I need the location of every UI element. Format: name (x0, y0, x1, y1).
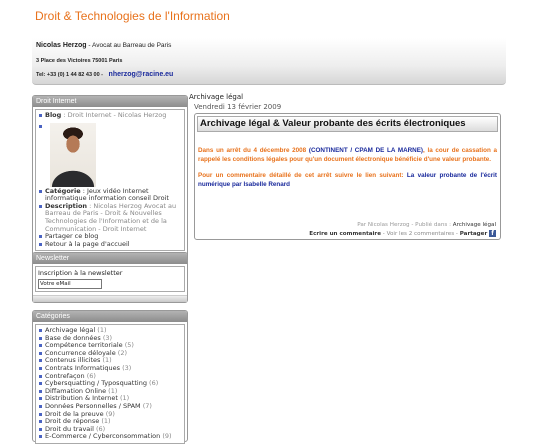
phone: Tel: +33 (0) 1 44 82 43 00 - (36, 72, 104, 78)
contact-line: Tel: +33 (0) 1 44 82 43 00 - nherzog@rac… (36, 71, 173, 78)
newsletter-label: Inscription à la newsletter (38, 269, 123, 277)
blog-link[interactable]: : Droit Internet - Nicolas Herzog (63, 111, 166, 119)
photo-item (39, 122, 182, 187)
box-body: Inscription à la newsletter Votre eMail (35, 266, 185, 292)
p2-text: Pour un commentaire détaillé de cet arrê… (198, 172, 404, 180)
categories-box: Catégories Archivage légal (1) Base de do… (32, 310, 188, 444)
meta-published: - Publié dans : (411, 222, 451, 228)
address: 3 Place des Victoires 75001 Paris (36, 58, 123, 64)
category-link[interactable]: E-Commerce / Cyberconsommation (45, 432, 160, 441)
view-comments-link[interactable]: - Voir les 2 commentaires - (383, 231, 458, 237)
newsletter-box: Newsletter Inscription à la newsletter V… (32, 252, 188, 303)
box-title: Droit Internet (33, 96, 187, 107)
post-meta: Par Nicolas Herzog - Publié dans : Archi… (309, 222, 496, 238)
post-paragraph-1: Dans un arrêt du 4 décembre 2008 (CONTIN… (198, 147, 497, 164)
arret-link[interactable]: (CONTINENT / CPAM DE LA MARNE) (309, 147, 423, 154)
header-banner: Nicolas Herzog - Avocat au Barreau de Pa… (32, 38, 506, 85)
box-body: Archivage légal (1) Base de données (3) Co… (35, 324, 185, 444)
categories-list: Archivage légal (1) Base de données (3) Co… (38, 326, 182, 441)
droit-internet-box: Droit Internet Blog : Droit Internet - N… (32, 95, 188, 263)
back-home-item: Retour à la page d'accueil (39, 240, 182, 249)
write-comment-label: Ecrire un commentaire (309, 230, 381, 237)
blog-item: Blog : Droit Internet - Nicolas Herzog (39, 111, 182, 120)
category-count: (6) (149, 379, 159, 388)
site-title[interactable]: Droit & Technologies de l'Information (35, 9, 230, 23)
author-role: - Avocat au Barreau de Paris (88, 42, 172, 49)
post-paragraph-2: Pour un commentaire détaillé de cet arrê… (198, 172, 497, 189)
meta-category-link[interactable]: Archivage légal (453, 222, 496, 228)
box-body: Blog : Droit Internet - Nicolas Herzog C… (35, 109, 185, 252)
newsletter-email-input[interactable]: Votre eMail (38, 279, 102, 289)
box-title: Newsletter (33, 253, 187, 264)
facebook-icon[interactable]: f (489, 229, 496, 237)
author-name: Nicolas Herzog (36, 42, 87, 49)
back-home-link[interactable]: Retour à la page d'accueil (45, 240, 130, 248)
blog-label: Blog (45, 111, 62, 119)
box-footer (33, 295, 187, 302)
author-photo (50, 122, 96, 187)
category-count: (2) (117, 348, 128, 357)
breadcrumb[interactable]: Archivage légal (189, 93, 243, 101)
category-count: (9) (162, 432, 172, 441)
category-count: (3) (122, 363, 132, 372)
share-label[interactable]: Partager (460, 231, 488, 237)
p1-text-a: Dans un arrêt du 4 décembre 2008 (198, 147, 307, 154)
email-link[interactable]: nherzog@racine.eu (109, 71, 174, 78)
meta-author: Par Nicolas Herzog (357, 222, 410, 228)
category-item: E-Commerce / Cyberconsommation (9) (39, 432, 182, 441)
post-date: Vendredi 13 février 2009 (194, 103, 282, 111)
author-line: Nicolas Herzog - Avocat au Barreau de Pa… (36, 42, 171, 49)
post-title[interactable]: Archivage légal & Valeur probante des éc… (197, 116, 498, 132)
categorie-item: Catégorie : Jeux vidéo Internet informat… (39, 187, 182, 203)
category-count: (7) (142, 401, 152, 410)
box-title: Catégories (33, 311, 187, 322)
post-body: Dans un arrêt du 4 décembre 2008 (CONTIN… (198, 147, 497, 189)
write-comment-link[interactable]: Ecrire un commentaire (309, 231, 381, 237)
description-item: Description : Nicolas Herzog Avocat au B… (39, 202, 182, 233)
blog-post: Archivage légal & Valeur probante des éc… (194, 113, 501, 240)
